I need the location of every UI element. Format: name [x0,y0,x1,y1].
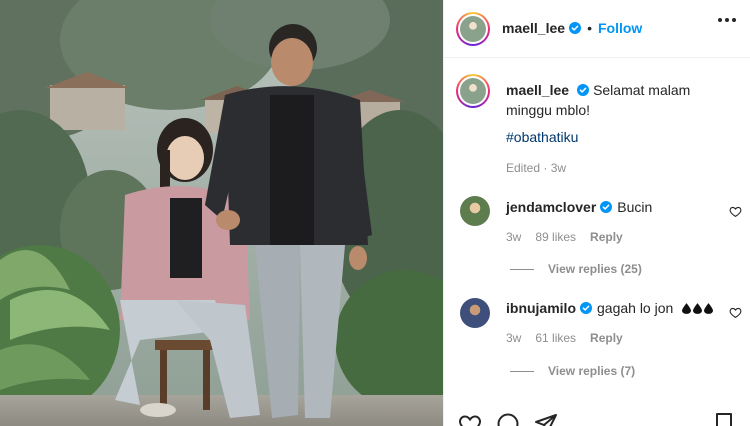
heart-icon[interactable] [729,205,742,218]
post-header: maell_lee • Follow [502,10,642,46]
caption-hashtag[interactable]: #obathatiku [506,129,578,145]
heart-icon[interactable] [458,412,482,426]
author-username[interactable]: maell_lee [502,20,565,36]
replies-line [510,370,534,372]
commenter-avatar[interactable] [460,298,490,328]
drop-emoji-icon [693,303,703,314]
view-replies-button[interactable]: View replies (25) [510,262,642,276]
comment-text: gagah lo jon [597,300,674,316]
author-avatar[interactable] [456,12,490,46]
header-divider [444,57,750,58]
verified-badge-icon [577,84,590,96]
commenter-username[interactable]: ibnujamilo [506,300,576,316]
comment-text: Bucin [617,199,653,215]
caption-edited-time: Edited · 3w [506,161,567,175]
post-caption: maell_lee Selamat malam minggu mblo! [506,80,736,120]
caption-author-avatar-image [460,78,486,104]
verified-badge-icon [600,201,613,213]
post-side-panel: maell_lee • Follow maell_lee Selamat mal… [443,0,750,426]
reply-button[interactable]: Reply [590,230,623,244]
comment-likes[interactable]: 61 likes [535,331,576,345]
caption-username[interactable]: maell_lee [506,82,569,98]
header-separator: • [587,20,592,36]
view-replies-button[interactable]: View replies (7) [510,364,635,378]
drop-emoji-icon [704,303,714,314]
replies-line [510,268,534,270]
comment-icon[interactable] [496,412,520,426]
commenter-avatar[interactable] [460,196,490,226]
comment-meta: 3w 89 likes Reply [506,230,623,244]
caption-author-avatar[interactable] [456,74,490,108]
reply-button[interactable]: Reply [590,331,623,345]
couple-photo-illustration [0,0,443,426]
comment-likes[interactable]: 89 likes [535,230,576,244]
comment-meta: 3w 61 likes Reply [506,331,623,345]
comment-time: 3w [506,230,522,244]
verified-badge-icon [569,22,582,34]
view-replies-label: View replies (7) [548,364,636,378]
author-avatar-image [460,16,486,42]
follow-button[interactable]: Follow [598,20,642,36]
view-replies-label: View replies (25) [548,262,642,276]
post-photo[interactable] [0,0,443,426]
post-action-bar [458,412,558,426]
more-options-icon[interactable] [718,18,736,24]
drop-emoji-icon [682,303,692,314]
heart-icon[interactable] [729,306,742,319]
comment-time: 3w [506,331,522,345]
bookmark-icon[interactable] [712,412,736,426]
comment: ibnujamilo gagah lo jon [506,299,714,317]
verified-badge-icon [580,302,592,314]
comment: jendamclover Bucin [506,198,652,216]
commenter-username[interactable]: jendamclover [506,199,596,215]
share-icon[interactable] [534,412,558,426]
